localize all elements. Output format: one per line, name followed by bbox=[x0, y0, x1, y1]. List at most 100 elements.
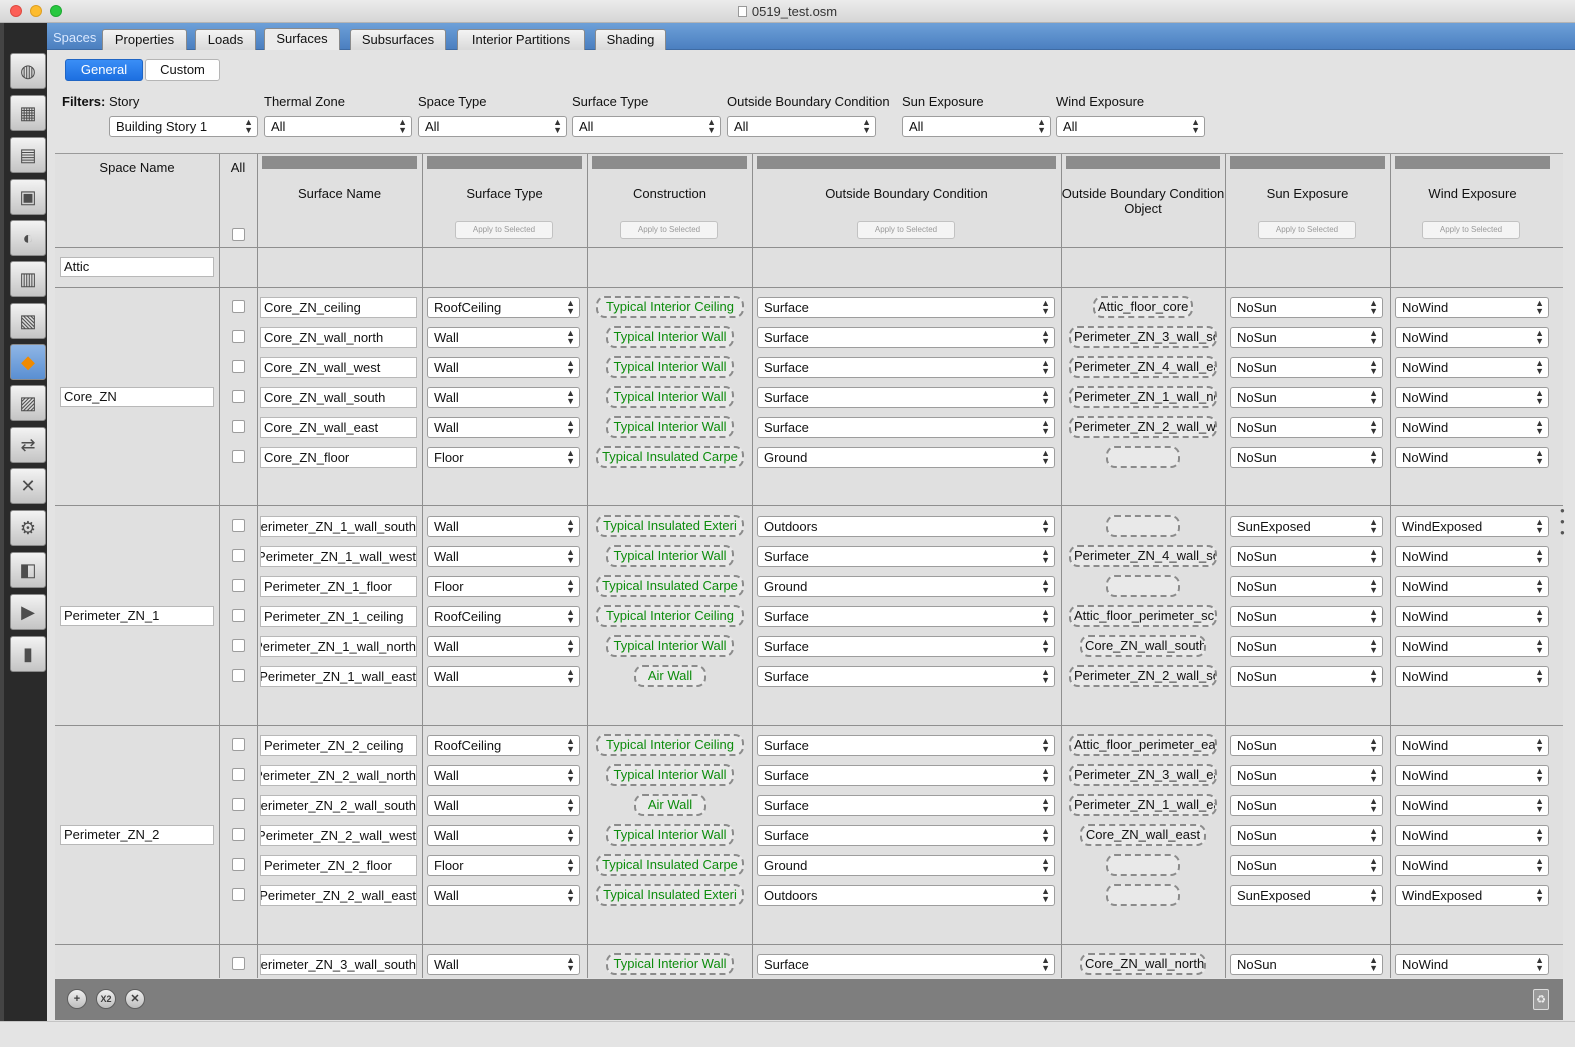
sun-exposure-select[interactable]: SunExposed ▲ ▼ bbox=[1230, 885, 1383, 906]
surface-name-field[interactable]: Perimeter_ZN_3_wall_south bbox=[260, 954, 417, 975]
spaces-icon[interactable]: ◆ bbox=[10, 344, 46, 380]
facility-icon[interactable]: ▥ bbox=[10, 261, 46, 297]
obc-object-drop-zone[interactable] bbox=[1106, 854, 1180, 876]
apply-surface-type-button[interactable]: Apply to Selected bbox=[455, 221, 553, 239]
apply-wind-button[interactable]: Apply to Selected bbox=[1422, 221, 1520, 239]
surface-name-field[interactable]: Perimeter_ZN_1_wall_west bbox=[260, 546, 417, 567]
row-select-checkbox[interactable] bbox=[232, 738, 245, 751]
row-select-checkbox[interactable] bbox=[232, 669, 245, 682]
surface-name-field[interactable]: Core_ZN_wall_north bbox=[260, 327, 417, 348]
obc-select[interactable]: Surface ▲ ▼ bbox=[757, 636, 1055, 657]
surface-name-field[interactable]: Core_ZN_wall_east bbox=[260, 417, 417, 438]
construction-drop-zone[interactable]: Typical Interior Wall bbox=[606, 824, 734, 846]
space-type-filter-select[interactable]: All ▲ ▼ bbox=[418, 116, 567, 137]
construction-drop-zone[interactable]: Typical Interior Wall bbox=[606, 764, 734, 786]
add-icon[interactable]: + bbox=[67, 989, 87, 1009]
surface-type-select[interactable]: Wall ▲ ▼ bbox=[427, 825, 580, 846]
wind-filter-select[interactable]: All ▲ ▼ bbox=[1056, 116, 1205, 137]
obc-select[interactable]: Surface ▲ ▼ bbox=[757, 417, 1055, 438]
wind-exposure-select[interactable]: WindExposed ▲ ▼ bbox=[1395, 885, 1549, 906]
tab-properties[interactable]: Properties bbox=[102, 29, 187, 50]
column-drag-bar[interactable] bbox=[262, 156, 417, 169]
surface-type-select[interactable]: Wall ▲ ▼ bbox=[427, 417, 580, 438]
space-name-field[interactable]: Core_ZN bbox=[60, 387, 214, 407]
construction-drop-zone[interactable]: Typical Interior Ceiling bbox=[596, 734, 744, 756]
hvac-icon[interactable]: ⇄ bbox=[10, 427, 46, 463]
row-select-checkbox[interactable] bbox=[232, 609, 245, 622]
obc-select[interactable]: Surface ▲ ▼ bbox=[757, 546, 1055, 567]
constructions-icon[interactable]: ▤ bbox=[10, 137, 46, 173]
construction-drop-zone[interactable]: Typical Interior Ceiling bbox=[596, 605, 744, 627]
measures-icon[interactable]: ⚙ bbox=[10, 510, 46, 546]
wind-exposure-select[interactable]: WindExposed ▲ ▼ bbox=[1395, 516, 1549, 537]
obc-object-drop-zone[interactable]: Perimeter_ZN_2_wall_wi bbox=[1069, 416, 1217, 438]
sun-exposure-select[interactable]: NoSun ▲ ▼ bbox=[1230, 447, 1383, 468]
sun-exposure-select[interactable]: NoSun ▲ ▼ bbox=[1230, 297, 1383, 318]
surface-name-field[interactable]: Perimeter_ZN_1_floor bbox=[260, 576, 417, 597]
construction-drop-zone[interactable]: Air Wall bbox=[634, 665, 706, 687]
loads-icon[interactable]: ▣ bbox=[10, 179, 46, 215]
construction-drop-zone[interactable]: Typical Insulated Carpe bbox=[596, 575, 744, 597]
wind-exposure-select[interactable]: NoWind ▲ ▼ bbox=[1395, 636, 1549, 657]
column-drag-bar[interactable] bbox=[1066, 156, 1220, 169]
surface-type-select[interactable]: Wall ▲ ▼ bbox=[427, 666, 580, 687]
thermal-zones-icon[interactable]: ▧ bbox=[10, 303, 46, 339]
tab-interior-partitions[interactable]: Interior Partitions bbox=[457, 29, 585, 50]
construction-drop-zone[interactable]: Typical Interior Wall bbox=[606, 635, 734, 657]
wind-exposure-select[interactable]: NoWind ▲ ▼ bbox=[1395, 666, 1549, 687]
surface-name-field[interactable]: Perimeter_ZN_2_wall_east bbox=[260, 885, 417, 906]
surface-type-select[interactable]: Wall ▲ ▼ bbox=[427, 516, 580, 537]
obc-select[interactable]: Outdoors ▲ ▼ bbox=[757, 885, 1055, 906]
surface-name-field[interactable]: Core_ZN_ceiling bbox=[260, 297, 417, 318]
construction-drop-zone[interactable]: Typical Interior Wall bbox=[606, 545, 734, 567]
surface-name-field[interactable]: Perimeter_ZN_2_ceiling bbox=[260, 735, 417, 756]
apply-construction-button[interactable]: Apply to Selected bbox=[620, 221, 718, 239]
obc-select[interactable]: Surface ▲ ▼ bbox=[757, 954, 1055, 975]
surface-type-select[interactable]: Wall ▲ ▼ bbox=[427, 636, 580, 657]
surface-type-select[interactable]: Wall ▲ ▼ bbox=[427, 327, 580, 348]
sun-exposure-select[interactable]: NoSun ▲ ▼ bbox=[1230, 327, 1383, 348]
obc-select[interactable]: Surface ▲ ▼ bbox=[757, 765, 1055, 786]
row-select-checkbox[interactable] bbox=[232, 957, 245, 970]
surface-type-select[interactable]: Wall ▲ ▼ bbox=[427, 546, 580, 567]
obc-object-drop-zone[interactable] bbox=[1106, 446, 1180, 468]
construction-drop-zone[interactable]: Typical Insulated Carpe bbox=[596, 854, 744, 876]
surface-name-field[interactable]: Core_ZN_wall_south bbox=[260, 387, 417, 408]
row-select-checkbox[interactable] bbox=[232, 888, 245, 901]
site-icon[interactable]: ◍ bbox=[10, 53, 46, 89]
wind-exposure-select[interactable]: NoWind ▲ ▼ bbox=[1395, 606, 1549, 627]
wind-exposure-select[interactable]: NoWind ▲ ▼ bbox=[1395, 954, 1549, 975]
sun-exposure-select[interactable]: NoSun ▲ ▼ bbox=[1230, 606, 1383, 627]
wind-exposure-select[interactable]: NoWind ▲ ▼ bbox=[1395, 795, 1549, 816]
surface-name-field[interactable]: Perimeter_ZN_2_floor bbox=[260, 855, 417, 876]
obc-object-drop-zone[interactable] bbox=[1106, 515, 1180, 537]
construction-drop-zone[interactable]: Air Wall bbox=[634, 794, 706, 816]
sun-exposure-select[interactable]: NoSun ▲ ▼ bbox=[1230, 735, 1383, 756]
wind-exposure-select[interactable]: NoWind ▲ ▼ bbox=[1395, 417, 1549, 438]
geometry-icon[interactable]: ▨ bbox=[10, 385, 46, 421]
sun-exposure-select[interactable]: NoSun ▲ ▼ bbox=[1230, 855, 1383, 876]
obc-object-drop-zone[interactable]: Attic_floor_core bbox=[1093, 296, 1193, 318]
sun-exposure-select[interactable]: NoSun ▲ ▼ bbox=[1230, 417, 1383, 438]
obc-object-drop-zone[interactable]: Attic_floor_perimeter_ea bbox=[1069, 734, 1217, 756]
obc-select[interactable]: Surface ▲ ▼ bbox=[757, 735, 1055, 756]
column-drag-bar[interactable] bbox=[757, 156, 1056, 169]
sun-exposure-select[interactable]: NoSun ▲ ▼ bbox=[1230, 825, 1383, 846]
wind-exposure-select[interactable]: NoWind ▲ ▼ bbox=[1395, 327, 1549, 348]
surface-type-select[interactable]: RoofCeiling ▲ ▼ bbox=[427, 606, 580, 627]
obc-object-drop-zone[interactable]: Perimeter_ZN_1_wall_nc bbox=[1069, 386, 1217, 408]
surface-name-field[interactable]: Perimeter_ZN_1_wall_south bbox=[260, 516, 417, 537]
obc-select[interactable]: Surface ▲ ▼ bbox=[757, 327, 1055, 348]
row-select-checkbox[interactable] bbox=[232, 300, 245, 313]
space-types-icon[interactable]: ◐ bbox=[10, 220, 46, 256]
row-select-checkbox[interactable] bbox=[232, 768, 245, 781]
obc-object-drop-zone[interactable]: Perimeter_ZN_3_wall_sc bbox=[1069, 326, 1217, 348]
tab-surfaces[interactable]: Surfaces bbox=[264, 28, 340, 50]
construction-drop-zone[interactable]: Typical Interior Ceiling bbox=[596, 296, 744, 318]
space-name-field[interactable]: Perimeter_ZN_1 bbox=[60, 606, 214, 626]
wind-exposure-select[interactable]: NoWind ▲ ▼ bbox=[1395, 447, 1549, 468]
tab-loads[interactable]: Loads bbox=[195, 29, 256, 50]
delete-icon[interactable]: ✕ bbox=[125, 989, 145, 1009]
sun-exposure-select[interactable]: NoSun ▲ ▼ bbox=[1230, 576, 1383, 597]
surface-type-select[interactable]: Wall ▲ ▼ bbox=[427, 795, 580, 816]
